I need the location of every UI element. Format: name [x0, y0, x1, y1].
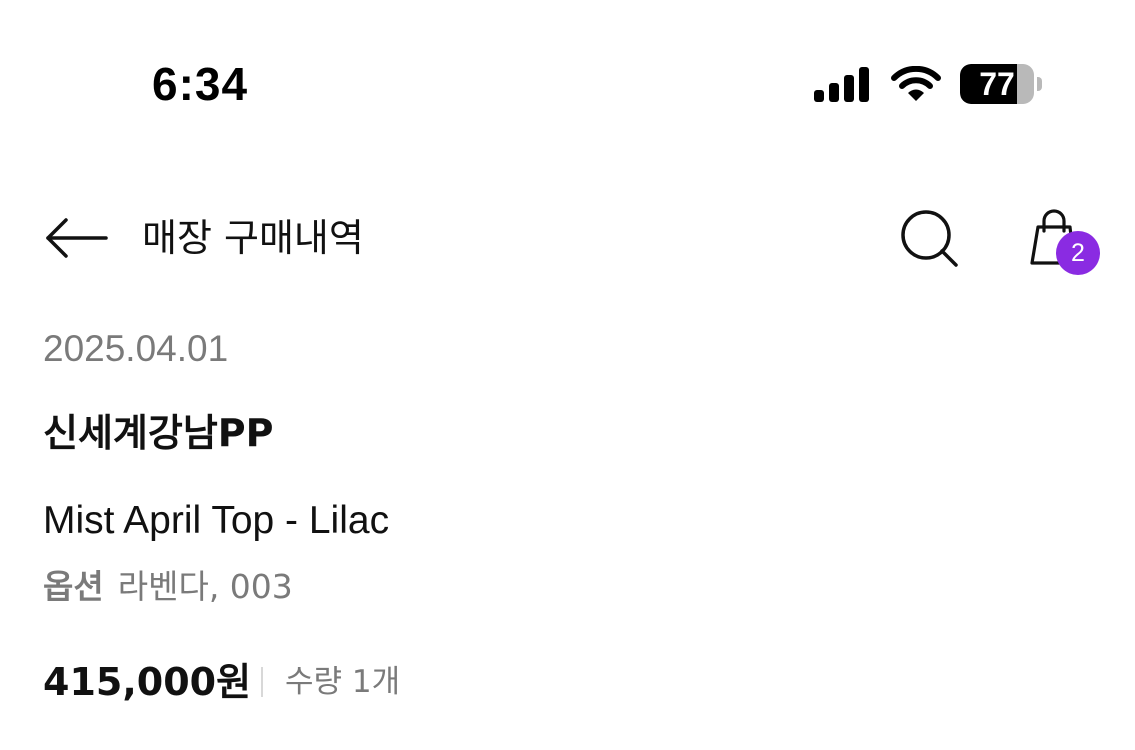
- battery-icon: 77: [960, 64, 1042, 104]
- arrow-left-icon: [46, 218, 108, 258]
- product-option: 옵션 라벤다, 003: [43, 564, 293, 616]
- purchase-date: 2025.04.01: [43, 328, 229, 369]
- search-button[interactable]: [894, 203, 964, 273]
- option-label: 옵션: [43, 567, 104, 606]
- status-time: 6:34: [152, 58, 249, 110]
- page-title: 매장 구매내역: [142, 216, 364, 260]
- option-value: 라벤다, 003: [117, 567, 293, 606]
- wifi-icon: [891, 66, 941, 101]
- price: 415,000원: [43, 660, 252, 704]
- signal-icon: [814, 67, 869, 102]
- back-button[interactable]: [40, 215, 112, 261]
- quantity: 수량 1개: [285, 664, 401, 700]
- cart-count-badge: 2: [1056, 231, 1100, 275]
- battery-level: 77: [979, 66, 1015, 102]
- divider: [261, 667, 263, 697]
- store-name: 신세계강남PP: [43, 411, 274, 455]
- cart-button[interactable]: 2: [1022, 201, 1102, 281]
- product-name[interactable]: Mist April Top - Lilac: [43, 497, 389, 545]
- status-bar: 6:34 77: [0, 0, 1135, 150]
- search-icon: [901, 210, 958, 267]
- top-navigation-bar: 매장 구매내역 2: [0, 195, 1135, 285]
- battery-cap: [1037, 77, 1042, 91]
- battery-body: 77: [960, 64, 1034, 104]
